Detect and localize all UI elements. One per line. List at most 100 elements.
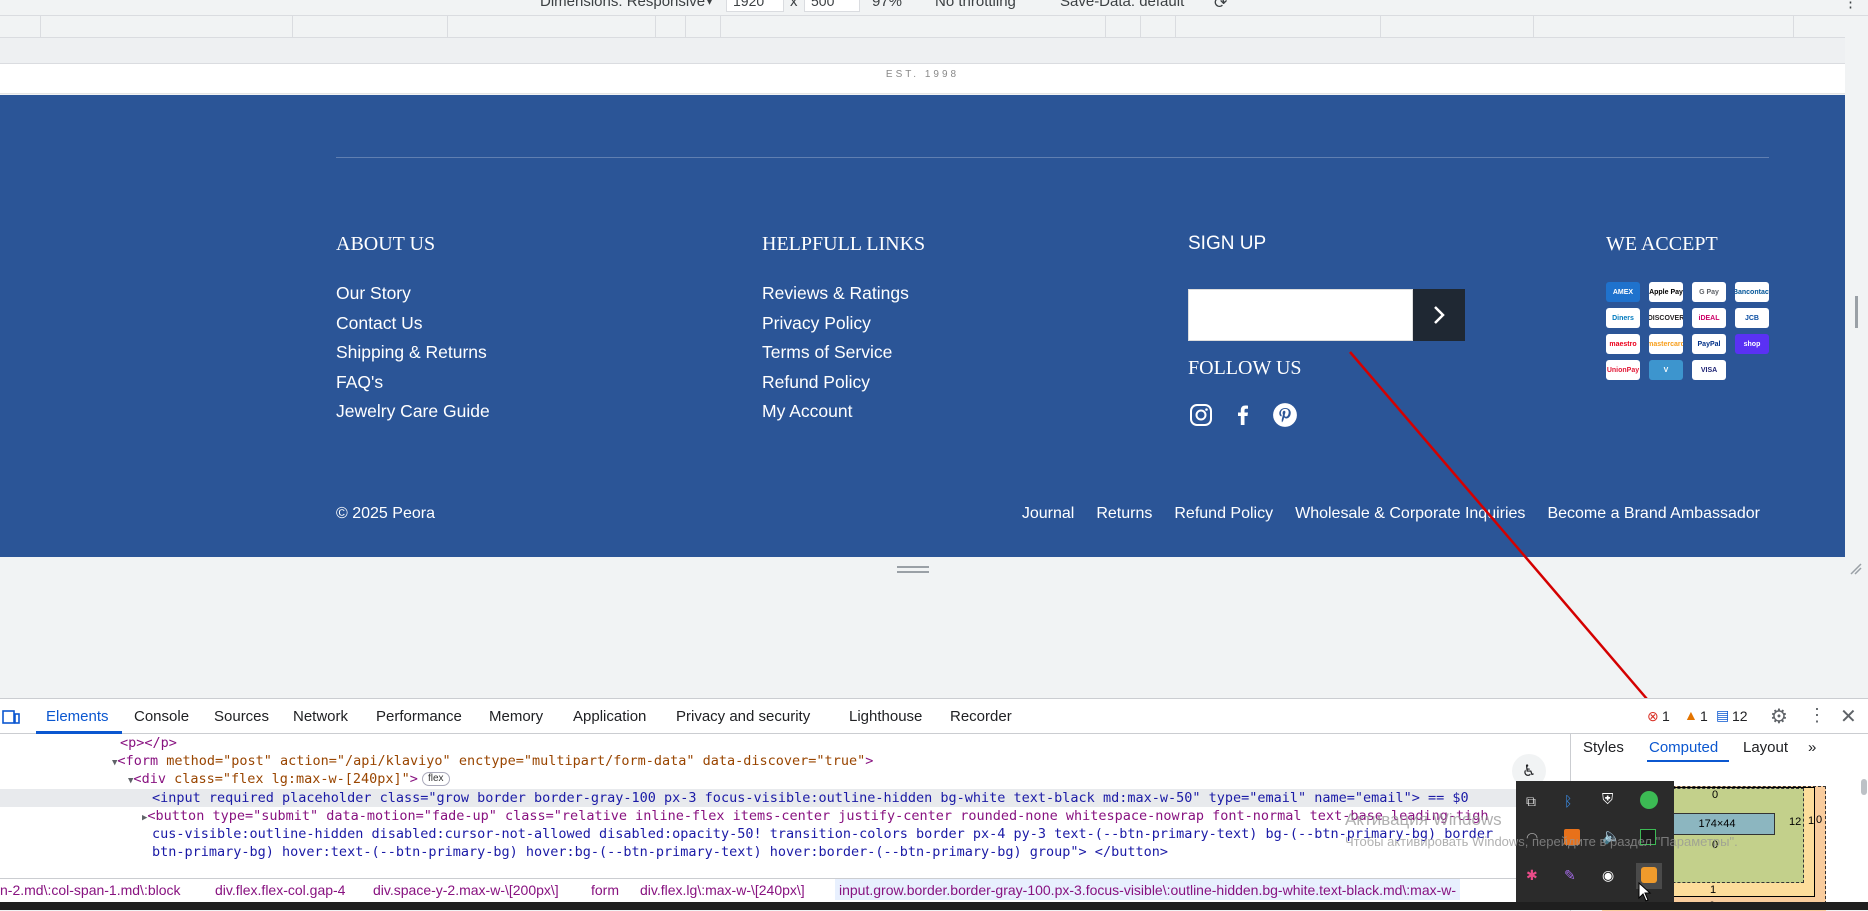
- tab-lighthouse[interactable]: Lighthouse: [849, 708, 922, 725]
- error-count[interactable]: 1: [1662, 708, 1670, 724]
- footer-link[interactable]: Contact Us: [336, 313, 490, 343]
- bluetooth-icon[interactable]: ᛒ: [1564, 793, 1572, 809]
- footer-link[interactable]: Privacy Policy: [762, 313, 909, 343]
- email-input[interactable]: [1188, 289, 1413, 341]
- payment-card-icon: Diners: [1606, 308, 1640, 328]
- tab-layout[interactable]: Layout: [1743, 739, 1788, 756]
- padding-top-value[interactable]: 0: [1712, 789, 1718, 801]
- payment-card-icon: G Pay: [1692, 282, 1726, 302]
- side-tab-indicator: [1647, 760, 1729, 762]
- tab-computed[interactable]: Computed: [1649, 739, 1718, 756]
- height-input[interactable]: 500: [804, 0, 860, 12]
- breadcrumb-item[interactable]: div.space-y-2.max-w-\[200px\]: [373, 882, 559, 898]
- breadcrumb-item[interactable]: n-2.md\:col-span-1.md\:block: [0, 882, 181, 898]
- tab-application[interactable]: Application: [573, 708, 646, 725]
- device-toggle-icon[interactable]: [2, 709, 20, 725]
- tab-performance[interactable]: Performance: [376, 708, 462, 725]
- tab-sources[interactable]: Sources: [214, 708, 269, 725]
- more-options-icon[interactable]: ⋮: [1843, 0, 1858, 11]
- bottom-link[interactable]: Refund Policy: [1174, 505, 1273, 523]
- dom-node[interactable]: ▶<button type="submit" data-motion="fade…: [142, 807, 1489, 825]
- margin-right-value[interactable]: 0: [1816, 814, 1822, 826]
- dom-node-selected[interactable]: <input required placeholder class="grow …: [0, 789, 1570, 807]
- tab-console[interactable]: Console: [134, 708, 189, 725]
- border-bottom-value[interactable]: 1: [1710, 884, 1716, 896]
- discord-icon[interactable]: ◉: [1602, 867, 1614, 884]
- ruler-bar: [0, 38, 1845, 64]
- viewport-resize-handle[interactable]: [1855, 296, 1858, 328]
- width-input[interactable]: 1920: [726, 0, 784, 12]
- info-count[interactable]: 12: [1732, 708, 1748, 724]
- dom-node[interactable]: <p></p>: [120, 734, 177, 752]
- follow-heading: FOLLOW US: [1188, 357, 1302, 379]
- border-right-value[interactable]: 1: [1808, 815, 1814, 827]
- payment-card-icon: DISCOVER: [1649, 308, 1683, 328]
- breadcrumb-item[interactable]: div.flex.flex-col.gap-4: [215, 882, 345, 898]
- bottom-link[interactable]: Wholesale & Corporate Inquiries: [1295, 505, 1525, 523]
- corner-resize-icon[interactable]: [1849, 562, 1863, 576]
- footer-link[interactable]: Our Story: [336, 283, 490, 313]
- payment-methods: AMEX Apple Pay G Pay Bancontact Diners DISCOV…: [1606, 282, 1769, 380]
- box-model-content[interactable]: 174×44: [1659, 813, 1775, 835]
- bottom-resize-handle[interactable]: [897, 566, 929, 573]
- shield-icon[interactable]: ⛨: [1602, 791, 1613, 808]
- payment-card-icon: AMEX: [1606, 282, 1640, 302]
- dom-node[interactable]: ▼<div class="flex lg:max-w-[240px]"> flex: [128, 770, 450, 788]
- instagram-icon[interactable]: [1188, 402, 1214, 428]
- breadcrumb-item-selected[interactable]: input.grow.border.border-gray-100.px-3.f…: [835, 879, 1461, 900]
- sidebar-scrollbar[interactable]: [1861, 779, 1867, 795]
- footer-link[interactable]: FAQ's: [336, 372, 490, 402]
- breadcrumb-item[interactable]: form: [591, 882, 619, 898]
- breadcrumb-item[interactable]: div.flex.lg\:max-w-\[240px\]: [640, 882, 805, 898]
- close-icon[interactable]: ✕: [1840, 704, 1857, 729]
- footer-link[interactable]: Shipping & Returns: [336, 342, 490, 372]
- padding-right-value[interactable]: 12: [1789, 816, 1801, 828]
- copyright-text: © 2025 Peora: [336, 505, 435, 522]
- footer-link[interactable]: Reviews & Ratings: [762, 283, 909, 313]
- tab-privacy[interactable]: Privacy and security: [676, 708, 810, 725]
- dom-node[interactable]: ▼<form method="post" action="/api/klaviy…: [112, 752, 873, 770]
- helpful-links: Reviews & Ratings Privacy Policy Terms o…: [762, 283, 909, 431]
- rotate-icon[interactable]: ⟳: [1214, 0, 1227, 13]
- zoom-dropdown[interactable]: 97%: [872, 0, 902, 10]
- bottom-links: Journal Returns Refund Policy Wholesale …: [1022, 505, 1760, 523]
- site-footer: ABOUT US Our Story Contact Us Shipping &…: [0, 95, 1845, 557]
- tray-pink-icon[interactable]: ✱: [1526, 867, 1538, 884]
- feather-icon[interactable]: ✎: [1564, 867, 1576, 884]
- signup-submit-button[interactable]: [1413, 289, 1465, 341]
- footer-link[interactable]: My Account: [762, 401, 909, 431]
- tray-green-icon[interactable]: [1640, 791, 1658, 809]
- tab-memory[interactable]: Memory: [489, 708, 543, 725]
- dimensions-dropdown[interactable]: Dimensions: Responsive: [540, 0, 705, 10]
- error-icon[interactable]: ⊗: [1647, 708, 1659, 725]
- save-data-dropdown[interactable]: Save-Data: default: [1060, 0, 1184, 10]
- facebook-icon[interactable]: [1230, 402, 1256, 428]
- bottom-link[interactable]: Become a Brand Ambassador: [1547, 505, 1760, 523]
- footer-link[interactable]: Jewelry Care Guide: [336, 401, 490, 431]
- bottom-link[interactable]: Journal: [1022, 505, 1074, 523]
- tab-elements[interactable]: Elements: [46, 708, 109, 725]
- bottom-link[interactable]: Returns: [1096, 505, 1152, 523]
- footer-link[interactable]: Refund Policy: [762, 372, 909, 402]
- tab-styles[interactable]: Styles: [1583, 739, 1624, 756]
- throttling-dropdown[interactable]: No throttling: [935, 0, 1016, 10]
- footer-link[interactable]: Terms of Service: [762, 342, 909, 372]
- tray-app-icon[interactable]: ⧉: [1526, 793, 1536, 810]
- activation-watermark-sub: Чтобы активировать Windows, перейдите в …: [1345, 834, 1738, 849]
- flex-badge[interactable]: flex: [421, 772, 450, 786]
- settings-icon[interactable]: ⚙: [1770, 704, 1788, 729]
- tab-recorder[interactable]: Recorder: [950, 708, 1012, 725]
- warning-count[interactable]: 1: [1700, 708, 1708, 724]
- pinterest-icon[interactable]: [1272, 402, 1298, 428]
- media-query-bar[interactable]: [0, 16, 1845, 38]
- more-icon[interactable]: ⋮: [1808, 705, 1826, 726]
- activation-watermark: Активация Windows: [1345, 810, 1502, 829]
- page-viewport: EST. 1998 ABOUT US Our Story Contact Us …: [0, 64, 1845, 557]
- more-tabs-icon[interactable]: »: [1808, 739, 1816, 756]
- info-icon[interactable]: ▤: [1716, 707, 1729, 724]
- about-links: Our Story Contact Us Shipping & Returns …: [336, 283, 490, 431]
- tray-app3-icon[interactable]: [1641, 867, 1657, 883]
- warning-icon[interactable]: ▲: [1684, 707, 1698, 723]
- tab-network[interactable]: Network: [293, 708, 348, 725]
- social-links: [1188, 402, 1298, 428]
